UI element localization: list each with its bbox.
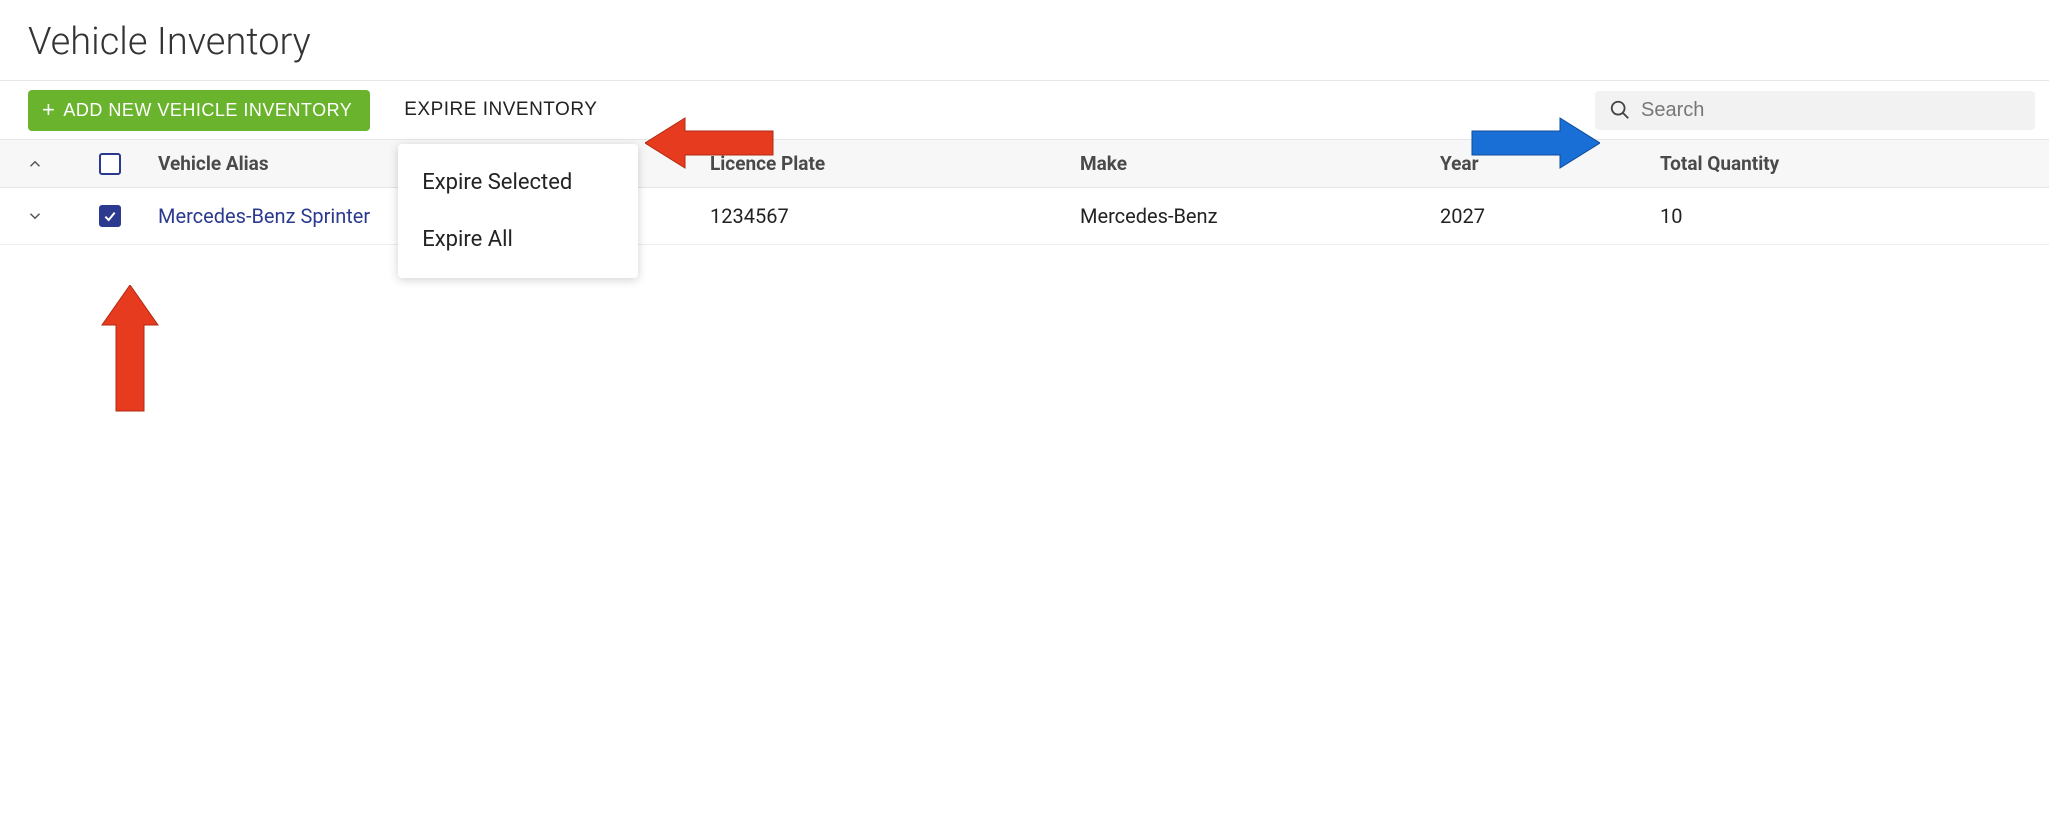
header-total-quantity[interactable]: Total Quantity [1660,152,2049,175]
row-expand-toggle[interactable] [0,207,70,225]
expire-inventory-dropdown: Expire Selected Expire All [398,144,638,278]
header-expand-toggle[interactable] [0,155,70,173]
header-make[interactable]: Make [1080,152,1440,175]
search-icon [1609,99,1631,121]
checkmark-icon [102,208,118,224]
chevron-down-icon [26,207,44,225]
search-field-wrap[interactable] [1595,91,2035,130]
expire-all-item[interactable]: Expire All [398,211,638,268]
row-total-quantity: 10 [1660,204,2049,228]
search-input[interactable] [1631,99,2021,122]
select-all-checkbox[interactable] [99,153,121,175]
add-button-label: ADD NEW VEHICLE INVENTORY [63,100,352,121]
header-licence-plate[interactable]: Licence Plate [710,152,1080,175]
row-checkbox[interactable] [99,205,121,227]
expire-inventory-button[interactable]: EXPIRE INVENTORY [398,89,603,131]
expire-inventory-wrap: EXPIRE INVENTORY Expire Selected Expire … [398,89,603,131]
plus-icon: + [42,101,55,119]
row-year: 2027 [1440,204,1660,228]
row-licence-plate: 1234567 [710,204,1080,228]
expire-selected-item[interactable]: Expire Selected [398,154,638,211]
header-select-all[interactable] [70,153,150,175]
chevron-up-icon [26,155,44,173]
page-title: Vehicle Inventory [0,20,2049,80]
table-header-row: Vehicle Alias Licence Plate Make Year To… [0,140,2049,188]
table-row: Mercedes-Benz Sprinter 1234567 Mercedes-… [0,188,2049,245]
page-container: Vehicle Inventory + ADD NEW VEHICLE INVE… [0,0,2049,245]
row-make: Mercedes-Benz [1080,204,1440,228]
header-year[interactable]: Year [1440,152,1660,175]
toolbar: + ADD NEW VEHICLE INVENTORY EXPIRE INVEN… [0,80,2049,140]
annotation-arrow-up-icon [98,285,162,415]
add-new-vehicle-inventory-button[interactable]: + ADD NEW VEHICLE INVENTORY [28,90,370,131]
row-checkbox-cell[interactable] [70,205,150,227]
